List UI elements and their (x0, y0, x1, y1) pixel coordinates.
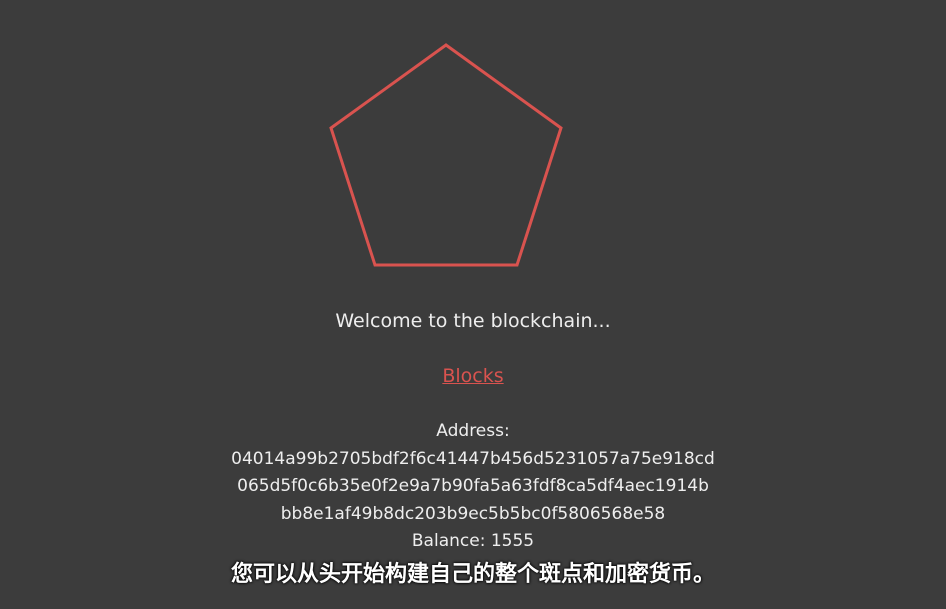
blocks-link-container: Blocks (0, 363, 946, 389)
address-line: bb8e1af49b8dc203b9ec5b5bc0f5806568e58 (280, 503, 666, 524)
address-line: 04014a99b2705bdf2f6c41447b456d5231057a75… (231, 448, 715, 469)
blocks-link[interactable]: Blocks (442, 365, 503, 387)
pentagon-logo-icon (329, 43, 563, 267)
welcome-message: Welcome to the blockchain... (335, 310, 611, 332)
address-label: Address: (436, 421, 510, 441)
address-line: 065d5f0c6b35e0f2e9a7b90fa5a63fdf8ca5df4a… (237, 476, 709, 496)
wallet-info: Address: 04014a99b2705bdf2f6c41447b456d5… (0, 418, 946, 556)
balance-text: Balance: 1555 (411, 531, 535, 551)
video-subtitle: 您可以从头开始构建自己的整个斑点和加密货币。 (230, 562, 715, 587)
